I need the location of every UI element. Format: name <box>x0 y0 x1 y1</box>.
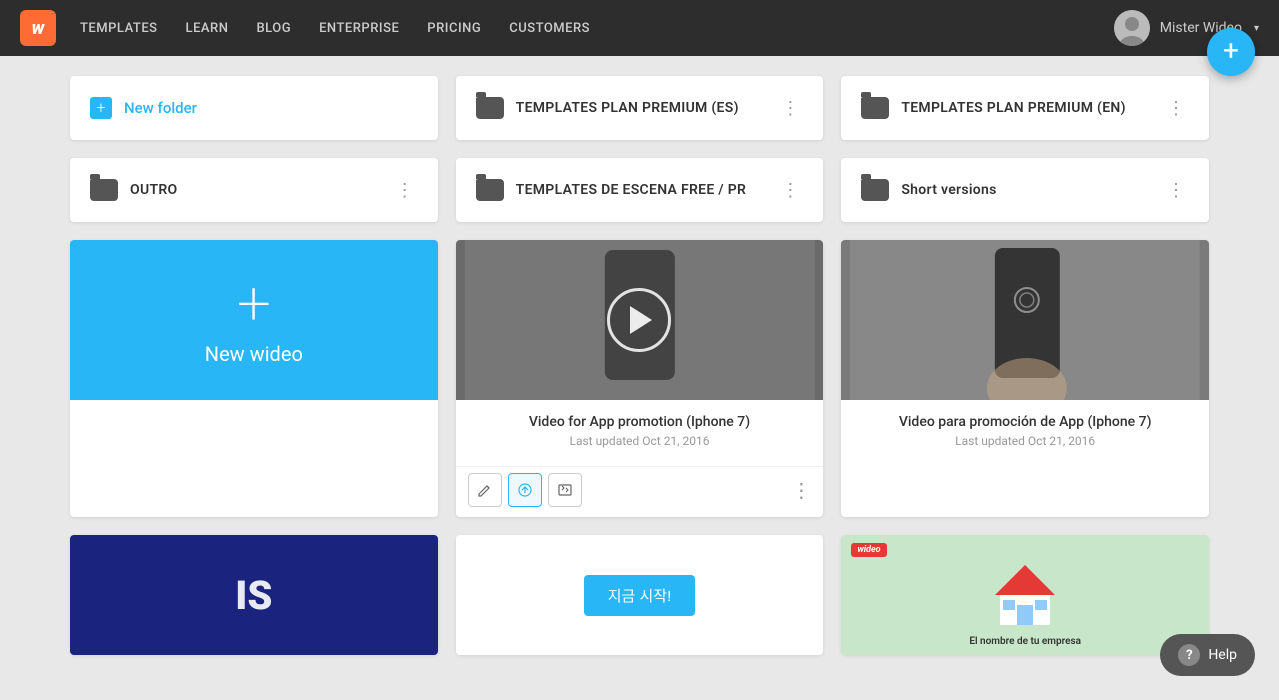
video-title: Video for App promotion (Iphone 7) <box>472 414 808 430</box>
help-label: Help <box>1208 647 1237 663</box>
chevron-down-icon: ▾ <box>1254 23 1259 34</box>
video-actions: ⋮ <box>456 466 824 517</box>
new-folder-card[interactable]: + New folder <box>70 76 438 140</box>
avatar <box>1114 10 1150 46</box>
folder-more-menu-icon[interactable]: ⋮ <box>777 176 803 205</box>
folder-icon <box>476 97 504 119</box>
video-thumbnail[interactable] <box>456 240 824 400</box>
folder-icon <box>861 97 889 119</box>
video-info: Video for App promotion (Iphone 7) Last … <box>456 400 824 466</box>
folder-name: TEMPLATES PLAN PREMIUM (ES) <box>516 100 778 116</box>
nav-blog[interactable]: BLOG <box>256 21 291 36</box>
folder-name: TEMPLATES DE ESCENA FREE / PR <box>516 182 778 198</box>
bottom-thumb-2[interactable]: 지금 시작! <box>456 535 824 655</box>
share-icon <box>517 482 533 498</box>
folder-card-escena[interactable]: TEMPLATES DE ESCENA FREE / PR ⋮ <box>456 158 824 222</box>
logo-text: w <box>32 18 45 39</box>
edit-icon <box>477 482 493 498</box>
folder-more-menu-icon[interactable]: ⋮ <box>392 176 418 205</box>
edit-button[interactable] <box>468 473 502 507</box>
nav-enterprise[interactable]: ENTERPRISE <box>319 21 399 36</box>
video-thumbnail-es[interactable] <box>841 240 1209 400</box>
nav-customers[interactable]: CUSTOMERS <box>509 21 590 36</box>
folder-more-menu-icon[interactable]: ⋮ <box>777 94 803 123</box>
folders-row-1: + New folder TEMPLATES PLAN PREMIUM (ES)… <box>70 76 1209 140</box>
main-content: + New folder TEMPLATES PLAN PREMIUM (ES)… <box>0 56 1279 675</box>
folder-card-premium-en[interactable]: TEMPLATES PLAN PREMIUM (EN) ⋮ <box>841 76 1209 140</box>
plus-icon: + <box>1223 37 1239 65</box>
share-button[interactable] <box>508 473 542 507</box>
house-illustration <box>985 560 1065 630</box>
videos-row: + New wideo Video for App promotion (Iph <box>70 240 1209 517</box>
folder-name: OUTRO <box>130 182 392 198</box>
embed-button[interactable] <box>548 473 582 507</box>
new-folder-icon: + <box>90 97 112 119</box>
video-date: Last updated Oct 21, 2016 <box>472 434 808 448</box>
nav-learn[interactable]: LEARN <box>186 21 229 36</box>
bottom-card-2: 지금 시작! <box>456 535 824 655</box>
new-wideo-card[interactable]: + New wideo <box>70 240 438 517</box>
new-wideo-label: New wideo <box>205 342 303 366</box>
is-text: IS <box>235 572 272 619</box>
more-options-icon[interactable]: ⋮ <box>791 478 811 502</box>
folder-icon <box>476 179 504 201</box>
korean-cta-button[interactable]: 지금 시작! <box>584 575 696 616</box>
play-icon <box>630 306 652 334</box>
bottom-row: IS 지금 시작! wideo <box>70 535 1209 655</box>
bottom-card-3: wideo El nombre de tu empresa <box>841 535 1209 655</box>
folder-card-premium-es[interactable]: TEMPLATES PLAN PREMIUM (ES) ⋮ <box>456 76 824 140</box>
folder-icon <box>90 179 118 201</box>
bottom-thumb-3[interactable]: wideo El nombre de tu empresa <box>841 535 1209 655</box>
question-mark-icon: ? <box>1186 648 1192 663</box>
nav-links: TEMPLATES LEARN BLOG ENTERPRISE PRICING … <box>80 21 1114 36</box>
new-folder-label: New folder <box>124 99 197 117</box>
nav-templates[interactable]: TEMPLATES <box>80 21 158 36</box>
plus-icon: + <box>237 274 271 334</box>
folder-name: TEMPLATES PLAN PREMIUM (EN) <box>901 100 1163 116</box>
folder-name: Short versions <box>901 182 1163 198</box>
folders-row-2: OUTRO ⋮ TEMPLATES DE ESCENA FREE / PR ⋮ … <box>70 158 1209 222</box>
folder-card-outro[interactable]: OUTRO ⋮ <box>70 158 438 222</box>
video-title: Video para promoción de App (Iphone 7) <box>857 414 1193 430</box>
company-name-text: El nombre de tu empresa <box>841 636 1209 647</box>
play-button[interactable] <box>607 288 671 352</box>
folder-more-menu-icon[interactable]: ⋮ <box>1163 94 1189 123</box>
help-button[interactable]: ? Help <box>1160 634 1255 676</box>
embed-icon <box>557 482 573 498</box>
bottom-thumb-1[interactable]: IS <box>70 535 438 655</box>
help-icon: ? <box>1178 644 1200 666</box>
create-fab-button[interactable]: + <box>1207 28 1255 76</box>
folder-card-short-versions[interactable]: Short versions ⋮ <box>841 158 1209 222</box>
navbar: w TEMPLATES LEARN BLOG ENTERPRISE PRICIN… <box>0 0 1279 56</box>
folder-more-menu-icon[interactable]: ⋮ <box>1163 176 1189 205</box>
logo[interactable]: w <box>20 10 56 46</box>
nav-pricing[interactable]: PRICING <box>427 21 481 36</box>
folder-icon <box>861 179 889 201</box>
video-card-app-iphone-es: Video para promoción de App (Iphone 7) L… <box>841 240 1209 517</box>
video-card-app-iphone: Video for App promotion (Iphone 7) Last … <box>456 240 824 517</box>
plus-icon: + <box>96 100 105 116</box>
video-info: Video para promoción de App (Iphone 7) L… <box>841 400 1209 460</box>
video-date: Last updated Oct 21, 2016 <box>857 434 1193 448</box>
new-wideo-tile[interactable]: + New wideo <box>70 240 438 400</box>
bottom-card-1: IS <box>70 535 438 655</box>
